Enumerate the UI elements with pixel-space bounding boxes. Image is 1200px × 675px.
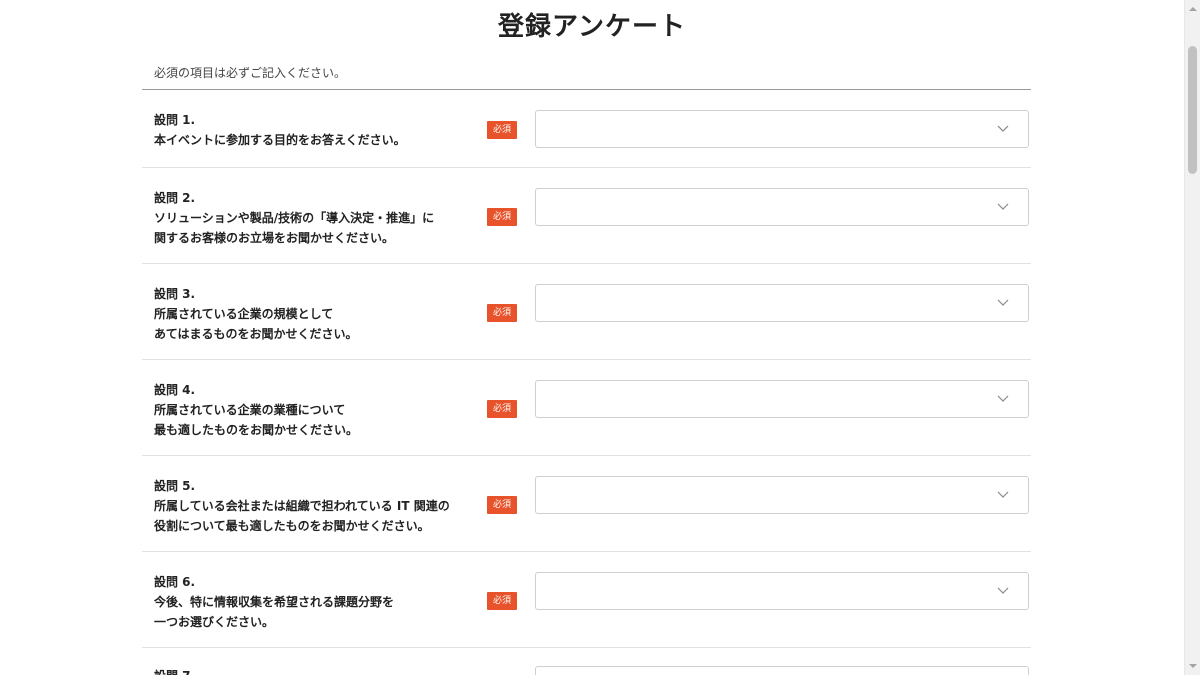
required-badge: 必須 — [487, 400, 517, 418]
question-number: 設問 5. — [154, 479, 196, 493]
question-number: 設問 1. — [154, 113, 196, 127]
answer-select[interactable] — [535, 284, 1029, 322]
question-list: 設問 1. 本イベントに参加する目的をお答えください。 必須 設問 2. ソリューション… — [142, 90, 1031, 675]
question-number: 設問 6. — [154, 575, 196, 589]
question-row: 設問 7. — [142, 648, 1031, 675]
scroll-down-arrow-icon[interactable] — [1185, 659, 1200, 673]
question-text: 設問 5. 所属している会社または組織で担われている IT 関連の 役割について最も… — [154, 476, 450, 536]
answer-select[interactable] — [535, 380, 1029, 418]
chevron-down-icon — [997, 125, 1009, 132]
question-label-line: 今後、特に情報収集を希望される課題分野を — [154, 595, 395, 609]
question-label-line: 関するお客様のお立場をお聞かせください。 — [154, 231, 395, 245]
question-row: 設問 3. 所属されている企業の規模としてあてはまるものをお聞かせください。 必須 — [142, 264, 1031, 360]
scrollbar-thumb[interactable] — [1188, 46, 1197, 174]
question-label-line: ソリューションや製品/技術の「導入決定・推進」に — [154, 211, 435, 225]
question-row: 設問 4. 所属されている企業の業種について 最も適したものをお聞かせください。 必須 — [142, 360, 1031, 456]
question-number: 設問 4. — [154, 383, 196, 397]
question-label-line: 所属されている企業の業種について — [154, 403, 346, 417]
required-badge: 必須 — [487, 121, 517, 139]
page-title: 登録アンケート — [498, 12, 686, 42]
required-badge: 必須 — [487, 592, 517, 610]
required-badge: 必須 — [487, 496, 517, 514]
question-text: 設問 7. — [154, 666, 195, 675]
question-text: 設問 3. 所属されている企業の規模としてあてはまるものをお聞かせください。 — [154, 284, 358, 344]
chevron-down-icon — [997, 491, 1009, 498]
chevron-down-icon — [997, 587, 1009, 594]
question-number: 設問 7. — [154, 666, 195, 675]
question-label-line: 本イベントに参加する目的をお答えください。 — [154, 133, 406, 147]
answer-select[interactable] — [535, 666, 1029, 675]
question-label-line: あてはまるものをお聞かせください。 — [154, 327, 358, 341]
answer-select[interactable] — [535, 476, 1029, 514]
question-text: 設問 1. 本イベントに参加する目的をお答えください。 — [154, 110, 406, 150]
answer-select[interactable] — [535, 572, 1029, 610]
required-badge: 必須 — [487, 208, 517, 226]
question-label-line: 一つお選びください。 — [154, 615, 275, 629]
question-label-line: 最も適したものをお聞かせください。 — [154, 423, 359, 437]
question-text: 設問 4. 所属されている企業の業種について 最も適したものをお聞かせください。 — [154, 380, 358, 440]
vertical-scrollbar[interactable] — [1184, 0, 1200, 675]
question-label-line: 所属されている企業の規模として — [154, 307, 334, 321]
scroll-up-arrow-icon[interactable] — [1185, 2, 1200, 16]
question-number: 設問 2. — [154, 191, 196, 205]
survey-page: 登録アンケート 必須の項目は必ずご記入ください。 設問 1. 本イベントに参加する… — [0, 0, 1200, 675]
chevron-down-icon — [997, 299, 1009, 306]
question-row: 設問 6. 今後、特に情報収集を希望される課題分野を 一つお選びください。 必須 — [142, 552, 1031, 648]
question-label-line: 役割について最も適したものをお聞かせください。 — [154, 519, 430, 533]
chevron-down-icon — [997, 395, 1009, 402]
question-label-line: 所属している会社または組織で担われている IT 関連の — [154, 499, 450, 513]
question-row: 設問 2. ソリューションや製品/技術の「導入決定・推進」に 関するお客様のお立場を… — [142, 168, 1031, 264]
answer-select[interactable] — [535, 110, 1029, 148]
answer-select[interactable] — [535, 188, 1029, 226]
required-note: 必須の項目は必ずご記入ください。 — [154, 66, 347, 80]
required-badge: 必須 — [487, 304, 517, 322]
question-number: 設問 3. — [154, 287, 196, 301]
question-row: 設問 5. 所属している会社または組織で担われている IT 関連の 役割について最も… — [142, 456, 1031, 552]
question-text: 設問 6. 今後、特に情報収集を希望される課題分野を 一つお選びください。 — [154, 572, 394, 632]
chevron-down-icon — [997, 203, 1009, 210]
question-text: 設問 2. ソリューションや製品/技術の「導入決定・推進」に 関するお客様のお立場を… — [154, 188, 434, 248]
question-row: 設問 1. 本イベントに参加する目的をお答えください。 必須 — [142, 90, 1031, 168]
